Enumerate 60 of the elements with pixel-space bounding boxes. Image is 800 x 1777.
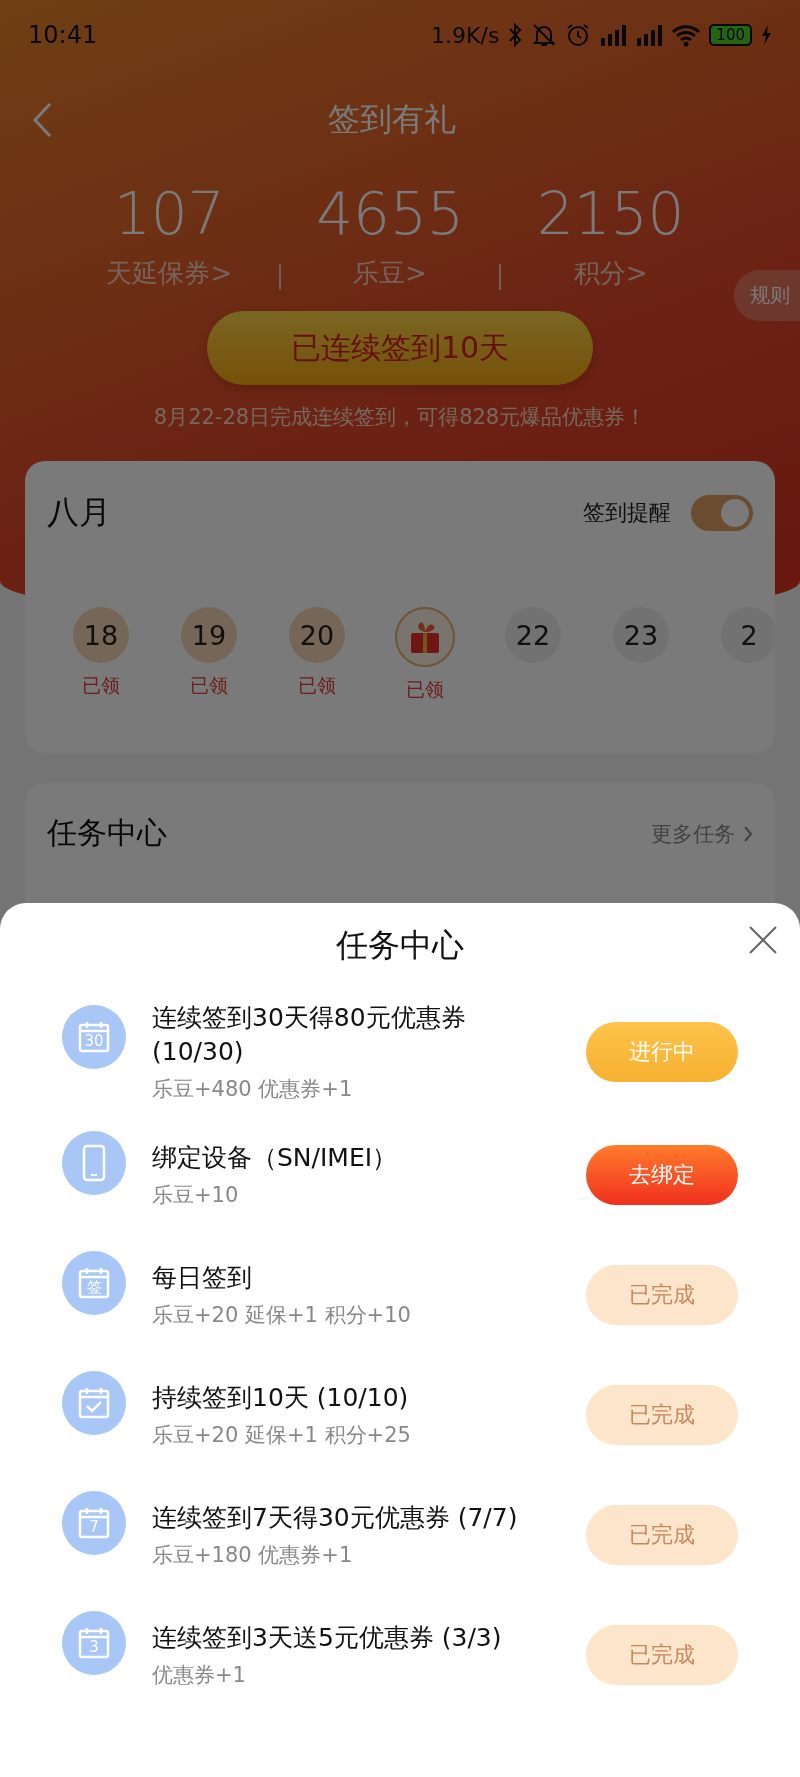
- streak-button[interactable]: 已连续签到10天: [207, 311, 593, 385]
- task-title: 连续签到3天送5元优惠券 (3/3): [152, 1622, 503, 1654]
- sheet-title: 任务中心: [336, 925, 464, 966]
- task-title: 每日签到: [152, 1262, 253, 1294]
- muted-bell-icon: [531, 22, 558, 48]
- back-icon: [30, 100, 54, 140]
- more-tasks-link[interactable]: 更多任务: [651, 819, 735, 848]
- reminder-label: 签到提醒: [583, 499, 671, 527]
- task-button[interactable]: 已完成: [586, 1505, 738, 1565]
- bluetooth-icon: [507, 22, 524, 48]
- task-reward: 乐豆+20 延保+1 积分+25: [152, 1422, 412, 1449]
- task-button[interactable]: 已完成: [586, 1265, 738, 1325]
- stat-link[interactable]: 天延保券>: [106, 256, 233, 291]
- battery-indicator: 100: [709, 24, 752, 46]
- charging-icon: [760, 24, 772, 46]
- claimed-label: 已领: [298, 673, 336, 698]
- task-title: 连续签到7天得30元优惠券 (7/7): [152, 1502, 519, 1534]
- task-title: 连续签到30天得80元优惠券 (10/30): [152, 1002, 467, 1068]
- stat-value: 4655: [316, 180, 464, 248]
- stat-link[interactable]: 乐豆>: [353, 256, 427, 291]
- page-title: 签到有礼: [327, 99, 457, 140]
- calendar-icon: 3: [62, 1611, 126, 1675]
- task-button[interactable]: 进行中: [586, 1022, 738, 1082]
- task-reward: 优惠券+1: [152, 1662, 247, 1689]
- task-button[interactable]: 已完成: [586, 1625, 738, 1685]
- calendar-icon: 7: [62, 1491, 126, 1555]
- calendar-day[interactable]: 23: [613, 607, 669, 663]
- claimed-label: 已领: [406, 677, 444, 702]
- stat-value: 107: [113, 180, 225, 248]
- task-button[interactable]: 已完成: [586, 1385, 738, 1445]
- clock-time: 10:41: [28, 21, 98, 49]
- close-icon[interactable]: [748, 925, 778, 955]
- stat-value: 2150: [536, 180, 685, 248]
- card-title: 任务中心: [47, 814, 168, 852]
- wifi-icon: [671, 23, 702, 47]
- calendar-icon: 签: [62, 1251, 126, 1315]
- calendar-day[interactable]: 18: [73, 607, 129, 663]
- claimed-label: 已领: [82, 673, 120, 698]
- signal-icon: [599, 22, 628, 48]
- task-reward: 乐豆+180 优惠券+1: [152, 1542, 354, 1569]
- calendar-day[interactable]: 19: [181, 607, 237, 663]
- network-speed: 1.9K/s: [431, 22, 500, 48]
- task-reward: 乐豆+20 延保+1 积分+10: [152, 1302, 412, 1329]
- signal-icon: [635, 22, 664, 48]
- calendar-icon: 30: [62, 1005, 126, 1069]
- claimed-label: 已领: [190, 673, 228, 698]
- task-button[interactable]: 去绑定: [586, 1145, 738, 1205]
- reminder-toggle[interactable]: [691, 495, 753, 531]
- calendar-day[interactable]: 2: [721, 607, 775, 663]
- task-reward: 乐豆+10: [152, 1182, 240, 1209]
- calendar-day[interactable]: 22: [505, 607, 561, 663]
- task-reward: 乐豆+480 优惠券+1: [152, 1076, 354, 1103]
- gift-day[interactable]: [395, 607, 455, 667]
- task-title: 绑定设备（SN/IMEI）: [152, 1142, 399, 1174]
- month-label: 八月: [47, 492, 112, 533]
- chevron-right-icon: [743, 824, 753, 843]
- stat-link[interactable]: 积分>: [573, 256, 648, 291]
- calendar-day[interactable]: 20: [289, 607, 345, 663]
- task-title: 持续签到10天 (10/10): [152, 1382, 410, 1414]
- promo-notice: 8月22-28日完成连续签到，可得828元爆品优惠券！: [152, 404, 648, 431]
